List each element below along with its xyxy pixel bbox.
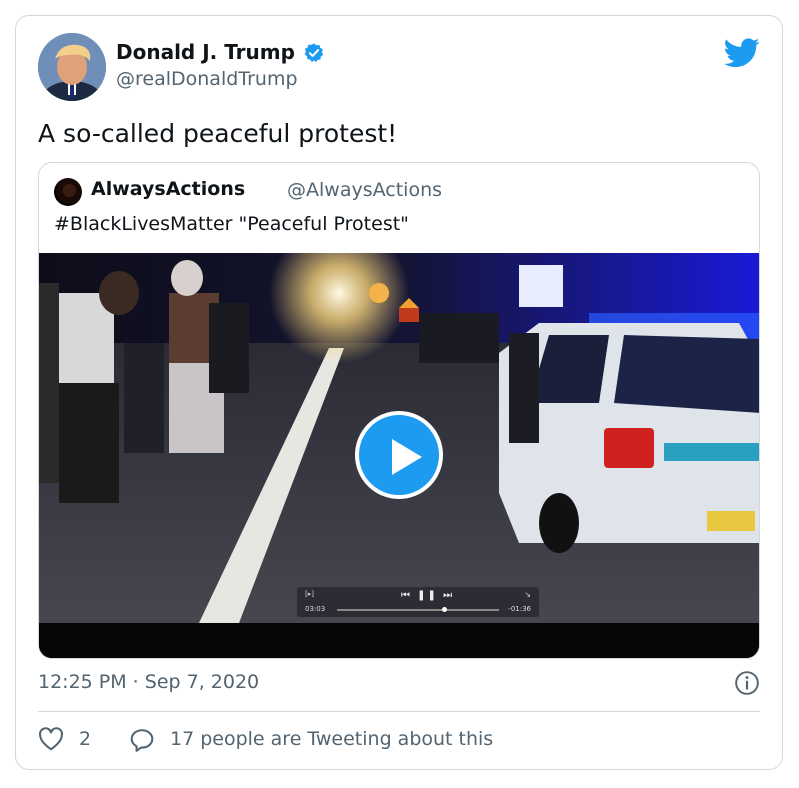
- quoted-tweet[interactable]: AlwaysActions @AlwaysActions #BlackLives…: [38, 162, 760, 659]
- tweeting-about-this-link[interactable]: 17 people are Tweeting about this: [170, 728, 493, 750]
- embedded-tweet-card[interactable]: Donald J. Trump @realDonaldTrump A so-ca…: [15, 15, 783, 770]
- video-progress-knob[interactable]: [441, 607, 447, 612]
- video-player[interactable]: [▸] ⏮ ❚❚ ⏭ ↘ 03:03 -01:36: [39, 253, 759, 658]
- playback-controls[interactable]: ⏮ ❚❚ ⏭: [401, 590, 454, 601]
- play-icon[interactable]: [355, 411, 443, 499]
- quoted-author-avatar[interactable]: [54, 178, 82, 206]
- quoted-author-handle[interactable]: @AlwaysActions: [287, 179, 442, 201]
- author-avatar[interactable]: [38, 33, 106, 101]
- divider: [38, 711, 760, 712]
- video-controls-bar: [▸] ⏮ ❚❚ ⏭ ↘ 03:03 -01:36: [297, 587, 539, 617]
- heart-icon[interactable]: [38, 727, 64, 751]
- video-remaining-time: -01:36: [508, 605, 531, 613]
- like-count[interactable]: 2: [79, 728, 91, 750]
- info-icon[interactable]: [734, 670, 760, 696]
- author-handle[interactable]: @realDonaldTrump: [116, 68, 298, 90]
- quoted-author-name[interactable]: AlwaysActions: [91, 178, 245, 200]
- avatar-portrait: [38, 33, 106, 101]
- reply-bubble-icon[interactable]: [129, 727, 155, 753]
- quoted-tweet-text: #BlackLivesMatter "Peaceful Protest": [54, 213, 409, 235]
- video-elapsed-time: 03:03: [305, 605, 326, 613]
- fullscreen-icon[interactable]: ↘: [524, 590, 531, 599]
- author-name[interactable]: Donald J. Trump: [116, 40, 295, 64]
- verified-badge-icon: [304, 43, 324, 63]
- captions-icon[interactable]: [▸]: [305, 590, 314, 598]
- video-progress-track[interactable]: [337, 607, 499, 612]
- tweet-text: A so-called peaceful protest!: [38, 119, 398, 148]
- tweet-timestamp[interactable]: 12:25 PM · Sep 7, 2020: [38, 671, 259, 693]
- twitter-bird-icon[interactable]: [724, 38, 760, 68]
